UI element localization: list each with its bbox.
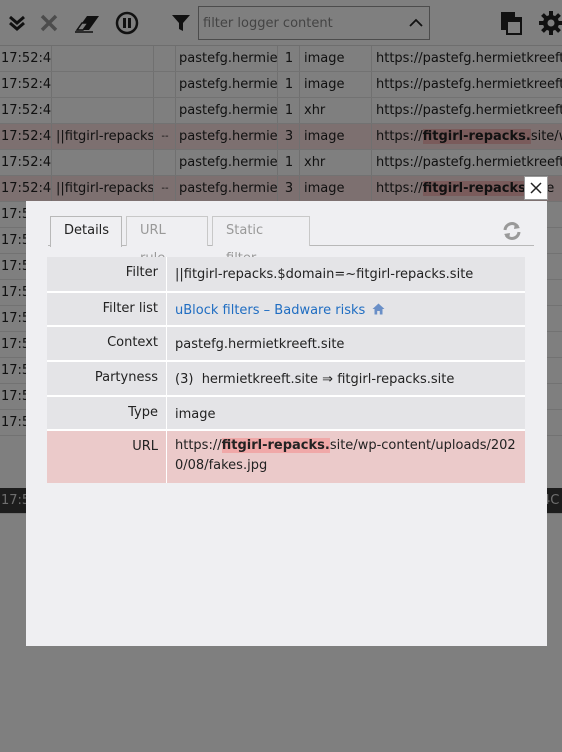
- filter-list-link[interactable]: uBlock filters – Badware risks: [175, 303, 365, 318]
- detail-row-url: URL https://fitgirl-repacks.site/wp-cont…: [47, 431, 525, 483]
- tab-details[interactable]: Details: [50, 216, 122, 247]
- filter-label: Filter: [47, 257, 167, 291]
- filter-list-label: Filter list: [47, 293, 167, 325]
- tab-static-filter[interactable]: Static filter: [212, 216, 310, 266]
- details-modal: Details URL rule Static filter Filter ||…: [26, 201, 547, 646]
- url-label: URL: [47, 431, 167, 483]
- refresh-icon[interactable]: [500, 219, 524, 243]
- detail-row-partyness: Partyness (3) hermietkreeft.site ⇒ fitgi…: [47, 362, 525, 395]
- type-value: image: [175, 407, 216, 422]
- partyness-domains: hermietkreeft.site ⇒ fitgirl-repacks.sit…: [201, 372, 455, 387]
- partyness-code: (3): [175, 372, 194, 387]
- url-highlight: fitgirl-repacks.: [221, 438, 330, 453]
- url-prefix: https://: [175, 438, 222, 453]
- detail-row-filter: Filter ||fitgirl-repacks.$domain=~fitgir…: [47, 257, 525, 291]
- home-icon[interactable]: [372, 302, 385, 322]
- detail-row-context: Context pastefg.hermietkreeft.site: [47, 327, 525, 360]
- filter-value: ||fitgirl-repacks.$domain=~fitgirl-repac…: [175, 267, 474, 282]
- context-label: Context: [47, 327, 167, 360]
- url-value: https://fitgirl-repacks.site/wp-content/…: [169, 431, 525, 483]
- detail-row-type: Type image: [47, 397, 525, 429]
- type-label: Type: [47, 397, 167, 429]
- context-value: pastefg.hermietkreeft.site: [175, 337, 345, 352]
- modal-tabs: Details URL rule Static filter: [48, 216, 534, 266]
- partyness-label: Partyness: [47, 362, 167, 395]
- detail-row-filter-list: Filter list uBlock filters – Badware ris…: [47, 293, 525, 325]
- tab-url-rule[interactable]: URL rule: [126, 216, 208, 266]
- close-icon[interactable]: [524, 176, 548, 200]
- partyness-value: (3) hermietkreeft.site ⇒ fitgirl-repacks…: [169, 362, 525, 395]
- filter-list-value: uBlock filters – Badware risks: [169, 293, 525, 325]
